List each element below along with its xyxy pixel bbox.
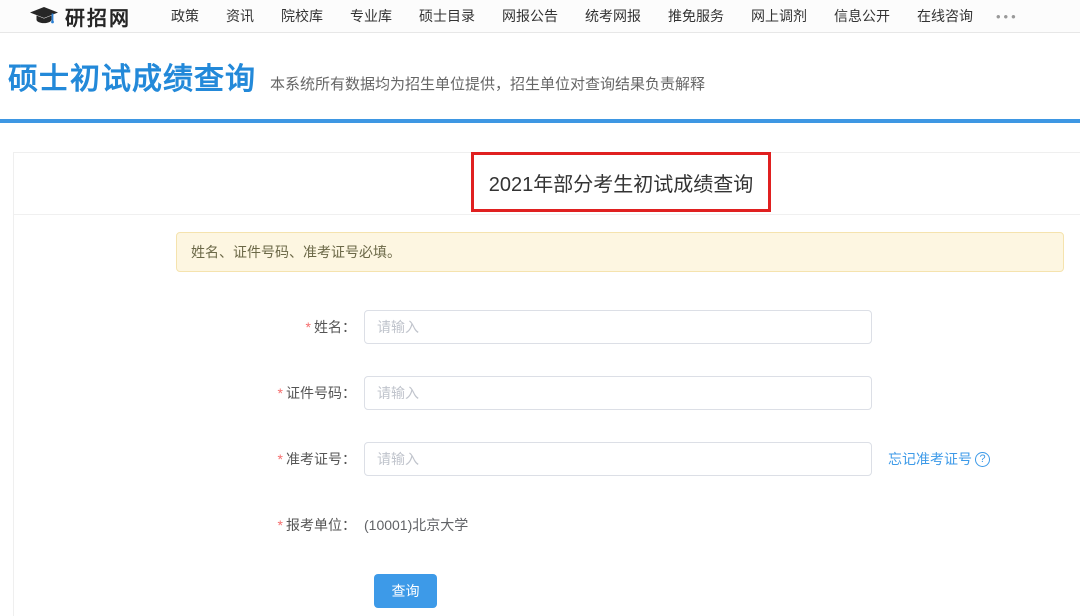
logo-text: 研招网 bbox=[65, 2, 131, 31]
admission-ticket-label: *准考证号： bbox=[30, 449, 356, 469]
page-header: 硕士初试成绩查询 本系统所有数据均为招生单位提供，招生单位对查询结果负责解释 bbox=[0, 33, 1080, 119]
target-university-label: *报考单位： bbox=[30, 515, 356, 535]
page-subtitle: 本系统所有数据均为招生单位提供，招生单位对查询结果负责解释 bbox=[270, 73, 705, 94]
nav-item-adjust[interactable]: 网上调剂 bbox=[747, 6, 811, 26]
name-row: *姓名： bbox=[30, 310, 1080, 344]
page-title: 硕士初试成绩查询 bbox=[8, 54, 256, 98]
admission-ticket-row: *准考证号： 忘记准考证号 ? bbox=[30, 442, 1080, 476]
required-marker: * bbox=[306, 319, 311, 335]
notice-text: 姓名、证件号码、准考证号必填。 bbox=[191, 242, 401, 262]
id-number-label: *证件号码： bbox=[30, 383, 356, 403]
required-fields-notice: 姓名、证件号码、准考证号必填。 bbox=[176, 232, 1064, 272]
name-input[interactable] bbox=[364, 310, 872, 344]
site-logo[interactable]: 研招网 bbox=[30, 2, 131, 31]
target-university-value: (10001)北京大学 bbox=[364, 515, 468, 535]
nav-item-majors[interactable]: 专业库 bbox=[346, 6, 396, 26]
forgot-ticket-link[interactable]: 忘记准考证号 ? bbox=[888, 449, 990, 469]
card-body: 姓名、证件号码、准考证号必填。 *姓名： *证件号码： *准考证号： 忘记准考证… bbox=[14, 215, 1080, 616]
nav-item-exam-signup[interactable]: 统考网报 bbox=[581, 6, 645, 26]
name-label: *姓名： bbox=[30, 317, 356, 337]
card-title: 2021年部分考生初试成绩查询 bbox=[489, 168, 754, 197]
nav-more-button[interactable]: ••• bbox=[996, 9, 1019, 24]
required-marker: * bbox=[278, 385, 283, 401]
question-circle-icon: ? bbox=[975, 452, 990, 467]
nav-item-policy[interactable]: 政策 bbox=[167, 6, 203, 26]
header-divider bbox=[0, 119, 1080, 123]
graduation-cap-icon bbox=[30, 7, 58, 26]
top-navigation: 研招网 政策 资讯 院校库 专业库 硕士目录 网报公告 统考网报 推免服务 网上… bbox=[0, 0, 1080, 33]
required-marker: * bbox=[278, 517, 283, 533]
nav-item-consult[interactable]: 在线咨询 bbox=[913, 6, 977, 26]
nav-item-disclosure[interactable]: 信息公开 bbox=[830, 6, 894, 26]
id-number-input[interactable] bbox=[364, 376, 872, 410]
submit-row: 查询 bbox=[374, 574, 1080, 608]
score-query-card: 2021年部分考生初试成绩查询 姓名、证件号码、准考证号必填。 *姓名： *证件… bbox=[13, 152, 1080, 616]
nav-item-news[interactable]: 资讯 bbox=[222, 6, 258, 26]
id-number-row: *证件号码： bbox=[30, 376, 1080, 410]
query-button[interactable]: 查询 bbox=[374, 574, 437, 608]
nav-item-colleges[interactable]: 院校库 bbox=[277, 6, 327, 26]
required-marker: * bbox=[278, 451, 283, 467]
nav-item-announce[interactable]: 网报公告 bbox=[498, 6, 562, 26]
red-annotation-box: 2021年部分考生初试成绩查询 bbox=[471, 152, 771, 212]
card-header: 2021年部分考生初试成绩查询 bbox=[14, 153, 1080, 215]
nav-item-exempt[interactable]: 推免服务 bbox=[664, 6, 728, 26]
target-university-row: *报考单位： (10001)北京大学 bbox=[30, 508, 1080, 542]
score-query-form: *姓名： *证件号码： *准考证号： 忘记准考证号 ? *报考单位： (1000… bbox=[30, 310, 1080, 608]
nav-item-catalog[interactable]: 硕士目录 bbox=[415, 6, 479, 26]
admission-ticket-input[interactable] bbox=[364, 442, 872, 476]
